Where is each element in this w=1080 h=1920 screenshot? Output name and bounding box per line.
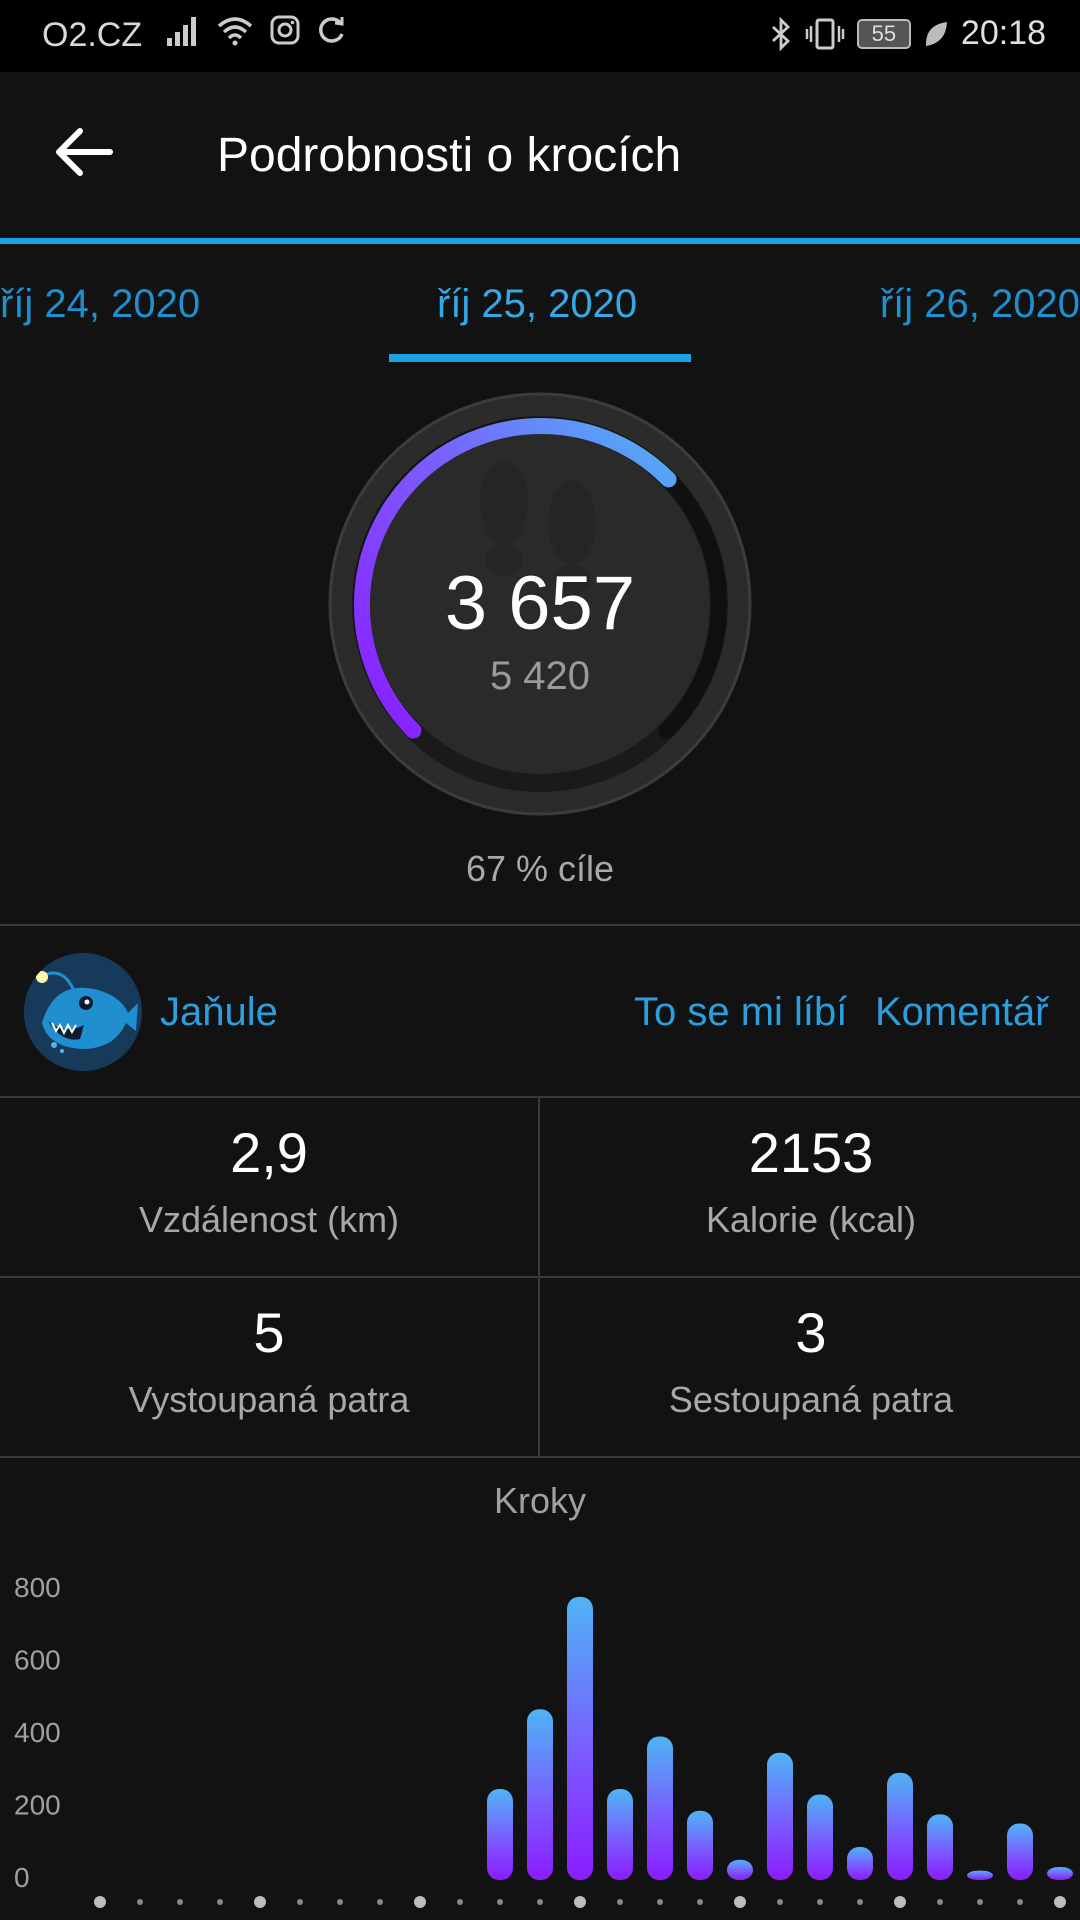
x-axis-dot	[977, 1899, 983, 1905]
wifi-icon	[217, 17, 253, 46]
stat-value: 2,9	[230, 1121, 308, 1184]
chart-bar	[687, 1810, 713, 1880]
status-icons-left	[165, 14, 347, 46]
x-axis-dot	[177, 1899, 183, 1905]
x-axis-dot	[734, 1896, 746, 1908]
instagram-icon	[270, 15, 300, 45]
divider	[0, 924, 1080, 926]
arrow-left-icon[interactable]	[54, 127, 114, 177]
x-axis-dot	[857, 1899, 863, 1905]
steps-goal: 5 420	[489, 654, 591, 698]
stat-value: 3	[795, 1301, 827, 1364]
chart-title: Kroky	[493, 1480, 587, 1521]
x-axis-dot	[337, 1899, 343, 1905]
chart-bar	[887, 1772, 913, 1880]
anglerfish-icon	[24, 953, 142, 1071]
clock: 20:18	[960, 14, 1046, 52]
x-axis-dot	[817, 1899, 823, 1905]
x-axis-dot	[1054, 1896, 1066, 1908]
stat-distance: 2,9 Vzdálenost (km)	[0, 1120, 538, 1241]
like-button[interactable]: To se mi líbí	[634, 990, 847, 1035]
chart-bar	[1007, 1823, 1033, 1880]
x-axis-dot	[537, 1899, 543, 1905]
chart-bar	[487, 1789, 513, 1880]
stat-label: Sestoupaná patra	[668, 1379, 954, 1420]
x-axis-dot	[94, 1896, 106, 1908]
y-tick-label: 0	[14, 1862, 30, 1893]
tab-next-date[interactable]: říj 26, 2020	[880, 282, 1080, 327]
stat-label: Vystoupaná patra	[128, 1379, 410, 1420]
divider	[0, 1096, 1080, 1098]
y-tick-label: 400	[14, 1717, 61, 1748]
chart-bar	[567, 1596, 593, 1880]
leaf-icon	[925, 21, 947, 46]
chart-bar	[527, 1709, 553, 1880]
app-bar-divider	[0, 238, 1080, 244]
chart-bar	[767, 1752, 793, 1880]
stat-label: Vzdálenost (km)	[138, 1199, 400, 1240]
y-tick-label: 800	[14, 1572, 61, 1603]
chart-bar	[1047, 1866, 1073, 1880]
x-axis-dot	[377, 1899, 383, 1905]
bluetooth-icon	[771, 16, 790, 51]
comment-button[interactable]: Komentář	[875, 990, 1048, 1035]
x-axis-dot	[937, 1899, 943, 1905]
chart-bar	[647, 1736, 673, 1880]
x-axis-dot	[414, 1896, 426, 1908]
x-axis-dot	[657, 1899, 663, 1905]
y-tick-label: 600	[14, 1645, 61, 1676]
stat-floors-climbed: 5 Vystoupaná patra	[0, 1300, 538, 1421]
x-axis-dot	[297, 1899, 303, 1905]
chart-bar	[807, 1794, 833, 1880]
x-axis-dot	[697, 1899, 703, 1905]
chart-bar	[967, 1870, 993, 1880]
tab-prev-date[interactable]: říj 24, 2020	[0, 282, 200, 327]
sync-icon	[319, 17, 344, 43]
x-axis-dot	[574, 1896, 586, 1908]
avatar[interactable]	[24, 953, 142, 1071]
x-axis-dot	[777, 1899, 783, 1905]
chart-bar	[847, 1847, 873, 1880]
tab-current-date[interactable]: říj 25, 2020	[437, 282, 637, 327]
chart-bar	[727, 1859, 753, 1880]
signal-icon	[167, 17, 196, 46]
goal-percent: 67 % cíle	[465, 848, 615, 889]
x-axis-dot	[1017, 1899, 1023, 1905]
chart-bar	[607, 1789, 633, 1880]
stat-value: 5	[253, 1301, 285, 1364]
carrier-label: O2.CZ	[42, 16, 143, 54]
divider	[0, 1456, 1080, 1458]
x-axis-dot	[137, 1899, 143, 1905]
x-axis-dot	[457, 1899, 463, 1905]
status-bar: O2.CZ 55 20:18	[0, 0, 1080, 72]
divider	[0, 1276, 1080, 1278]
user-name-link[interactable]: Jaňule	[160, 990, 278, 1035]
tab-indicator	[389, 354, 691, 362]
stat-floors-descended: 3 Sestoupaná patra	[542, 1300, 1080, 1421]
chart-bar	[927, 1814, 953, 1880]
app-bar: Podrobnosti o krocích	[0, 72, 1080, 242]
x-axis-dot	[254, 1896, 266, 1908]
status-icons-right: 55 20:18	[769, 14, 1046, 53]
grid-divider-vertical	[538, 1098, 540, 1458]
stat-label: Kalorie (kcal)	[705, 1199, 917, 1240]
battery-icon: 55	[856, 18, 911, 49]
stat-value: 2153	[748, 1121, 874, 1184]
x-axis-dot	[217, 1899, 223, 1905]
vibrate-icon	[805, 18, 845, 49]
x-axis-dot	[497, 1899, 503, 1905]
stat-calories: 2153 Kalorie (kcal)	[542, 1120, 1080, 1241]
steps-bar-chart: 800 600 400 200 0	[14, 1572, 1073, 1908]
y-tick-label: 200	[14, 1790, 61, 1821]
page-title: Podrobnosti o krocích	[217, 129, 682, 182]
x-axis-dot	[894, 1896, 906, 1908]
steps-count: 3 657	[444, 561, 636, 646]
x-axis-dot	[617, 1899, 623, 1905]
